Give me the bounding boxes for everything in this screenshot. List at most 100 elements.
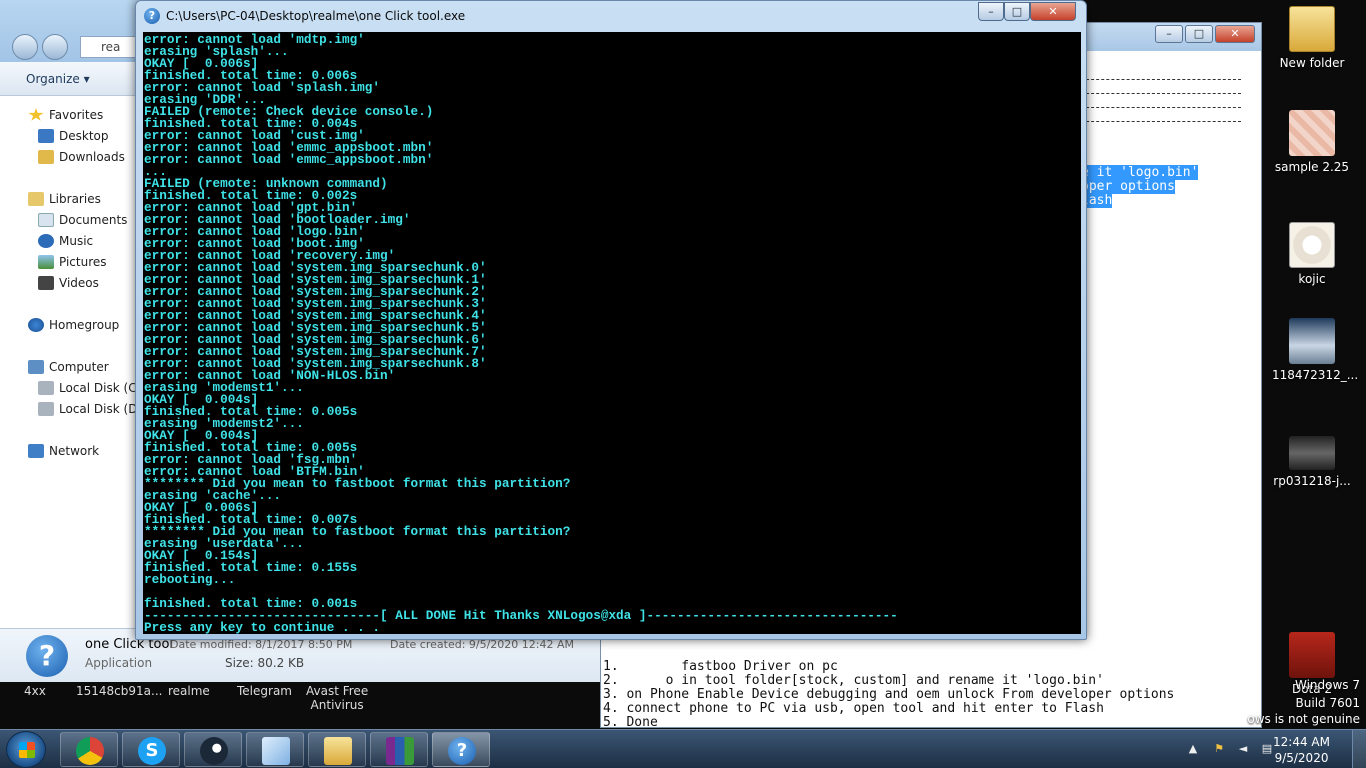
pictures-icon <box>38 255 54 269</box>
details-type: Application <box>85 656 153 670</box>
forward-button[interactable] <box>42 34 68 60</box>
skype-icon: S <box>138 737 166 765</box>
navigation-pane: Favorites Desktop Downloads Libraries Do… <box>0 96 146 626</box>
divider <box>1081 93 1241 94</box>
divider <box>1081 107 1241 108</box>
divider <box>1081 79 1241 80</box>
desktop-icon-label[interactable]: 15148cb91a... <box>76 684 162 698</box>
nav-homegroup[interactable]: Homegroup <box>28 316 119 334</box>
nav-label: Local Disk (D:) <box>59 402 147 416</box>
music-icon <box>38 234 54 248</box>
nav-label: Documents <box>59 213 128 227</box>
console-output-area[interactable]: error: cannot load 'mdtp.img' erasing 's… <box>143 32 1081 634</box>
desktop-icon-new-folder[interactable]: New folder <box>1272 6 1352 70</box>
minimize-button[interactable]: – <box>978 2 1004 21</box>
action-center-icon[interactable]: ⚑ <box>1212 742 1226 756</box>
show-desktop-button[interactable] <box>1352 730 1366 768</box>
nav-local-disk-d[interactable]: Local Disk (D:) <box>38 400 146 418</box>
desktop-icon-label[interactable]: Telegram <box>237 684 292 698</box>
network-icon <box>28 444 44 458</box>
divider <box>1081 121 1241 122</box>
clock[interactable]: 12:44 AM 9/5/2020 <box>1273 734 1330 766</box>
nav-label: Downloads <box>59 150 125 164</box>
documents-icon <box>38 213 54 227</box>
desktop-icon-kojic[interactable]: kojic <box>1272 222 1352 286</box>
nav-label: Videos <box>59 276 99 290</box>
nav-videos[interactable]: Videos <box>38 274 99 292</box>
nav-label: Music <box>59 234 94 248</box>
winrar-icon <box>386 737 414 765</box>
nav-pictures[interactable]: Pictures <box>38 253 107 271</box>
help-icon: ? <box>26 635 68 677</box>
close-button[interactable]: ✕ <box>1030 2 1076 21</box>
image-thumbnail-icon <box>1289 318 1335 364</box>
libraries-icon <box>28 192 44 206</box>
desktop-icon <box>38 129 54 143</box>
selected-text[interactable]: oper options <box>1081 179 1175 194</box>
desktop-icon-label[interactable]: realme <box>168 684 210 698</box>
nav-network[interactable]: Network <box>28 442 99 460</box>
desktop-icon-sample[interactable]: sample 2.25 <box>1272 110 1352 174</box>
volume-icon[interactable]: ◄ <box>1236 742 1250 756</box>
nav-music[interactable]: Music <box>38 232 93 250</box>
desktop-icon-118472312[interactable]: 118472312_... <box>1272 318 1358 382</box>
console-output: error: cannot load 'mdtp.img' erasing 's… <box>144 32 898 634</box>
taskbar-winrar[interactable] <box>370 732 428 767</box>
desktop-icon-label: rp031218-j... <box>1273 474 1351 488</box>
downloads-icon <box>38 150 54 164</box>
nav-libraries[interactable]: Libraries <box>28 190 101 208</box>
folder-icon <box>1289 6 1335 52</box>
nav-label: Pictures <box>59 255 107 269</box>
drive-icon <box>38 381 54 395</box>
help-icon: ? <box>448 737 476 765</box>
taskbar-chrome[interactable] <box>60 732 118 767</box>
nav-label: Homegroup <box>49 318 120 332</box>
show-hidden-icons-icon[interactable]: ▲ <box>1186 742 1200 756</box>
steam-icon <box>200 737 228 765</box>
help-icon: ? <box>144 8 160 24</box>
nav-documents[interactable]: Documents <box>38 211 127 229</box>
watermark-line: Windows 7 <box>1294 678 1360 692</box>
computer-icon <box>28 360 44 374</box>
close-button[interactable]: ✕ <box>1215 25 1255 43</box>
address-bar[interactable]: rea <box>80 36 140 58</box>
taskbar-notepad[interactable] <box>246 732 304 767</box>
organize-button[interactable]: Organize ▾ <box>26 72 90 86</box>
folder-icon <box>324 737 352 765</box>
star-icon <box>28 108 44 121</box>
desktop-icon-label[interactable]: Avast Free Antivirus <box>306 684 368 712</box>
dota2-icon <box>1289 632 1335 678</box>
selected-text[interactable]: e it 'logo.bin' <box>1081 165 1199 180</box>
nav-downloads[interactable]: Downloads <box>38 148 125 166</box>
desktop-icon-label[interactable]: 4xx <box>24 684 46 698</box>
videos-icon <box>38 276 54 290</box>
network-tray-icon[interactable]: ▤ <box>1260 742 1274 756</box>
watermark-line: ows is not genuine <box>1247 712 1360 726</box>
address-text: rea <box>101 40 121 54</box>
nav-favorites[interactable]: Favorites <box>28 106 103 124</box>
taskbar: S ? ▲ ⚑ ◄ ▤ 12:44 AM 9/5/2020 <box>0 729 1366 768</box>
window-title: C:\Users\PC-04\Desktop\realme\one Click … <box>166 9 466 23</box>
image-thumbnail-icon <box>1289 110 1335 156</box>
taskbar-skype[interactable]: S <box>122 732 180 767</box>
notepad-line: 5. Done <box>603 715 658 730</box>
nav-computer[interactable]: Computer <box>28 358 109 376</box>
taskbar-one-click-tool[interactable]: ? <box>432 732 490 767</box>
nav-local-disk-c[interactable]: Local Disk (C:) <box>38 379 145 397</box>
details-size: Size: 80.2 KB <box>225 656 305 670</box>
maximize-button[interactable]: □ <box>1185 25 1213 43</box>
nav-label: Network <box>49 444 100 458</box>
minimize-button[interactable]: – <box>1155 25 1183 43</box>
start-button[interactable] <box>6 731 46 768</box>
back-button[interactable] <box>12 34 38 60</box>
notepad-line: 1. fastboo Driver on pc <box>603 659 838 674</box>
taskbar-steam[interactable] <box>184 732 242 767</box>
taskbar-explorer[interactable] <box>308 732 366 767</box>
nav-desktop[interactable]: Desktop <box>38 127 109 145</box>
desktop-icon-rp031218[interactable]: rp031218-j... <box>1272 428 1352 488</box>
homegroup-icon <box>28 318 44 332</box>
clock-date: 9/5/2020 <box>1274 751 1329 765</box>
windows-logo-icon <box>19 742 35 758</box>
maximize-button[interactable]: □ <box>1004 2 1030 21</box>
nav-label: Favorites <box>49 108 104 122</box>
